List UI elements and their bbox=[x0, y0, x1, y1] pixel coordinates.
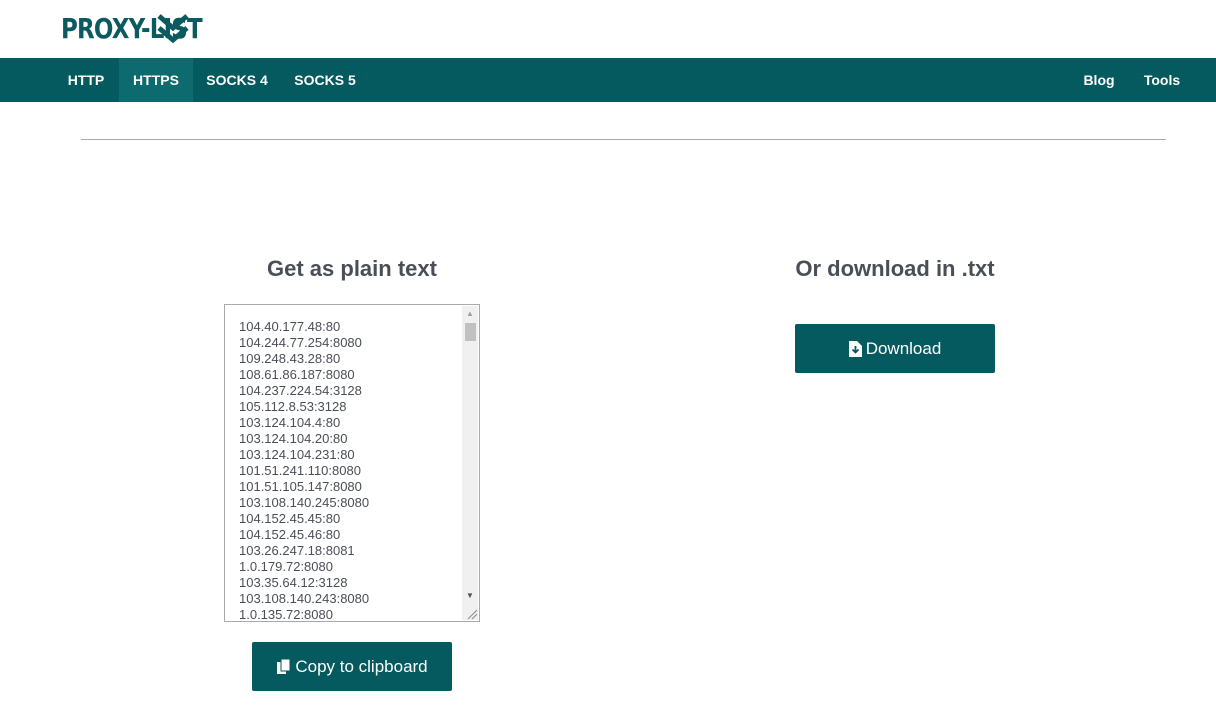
nav-blog[interactable]: Blog bbox=[1068, 58, 1130, 102]
nav-socks4[interactable]: SOCKS 4 bbox=[193, 58, 281, 102]
scroll-up-arrow-icon[interactable]: ▲ bbox=[462, 306, 478, 322]
scroll-thumb[interactable] bbox=[465, 323, 476, 341]
proxy-list-content[interactable]: 104.40.177.48:80 104.244.77.254:8080 109.2… bbox=[239, 319, 464, 619]
textarea-scrollbar[interactable]: ▲ ▼ bbox=[462, 306, 478, 620]
double-chevron-down-icon bbox=[157, 14, 189, 44]
proxy-line: 103.124.104.20:80 bbox=[239, 431, 348, 446]
navbar: HTTP HTTPS SOCKS 4 SOCKS 5 Blog Tools bbox=[0, 58, 1216, 102]
file-download-icon bbox=[848, 340, 862, 357]
nav-socks5[interactable]: SOCKS 5 bbox=[281, 58, 369, 102]
proxy-line: 103.124.104.231:80 bbox=[239, 447, 355, 462]
proxy-line: 104.244.77.254:8080 bbox=[239, 335, 362, 350]
proxy-textarea[interactable]: 104.40.177.48:80 104.244.77.254:8080 109.2… bbox=[224, 304, 480, 622]
proxy-line: 1.0.179.72:8080 bbox=[239, 559, 333, 574]
nav-tools[interactable]: Tools bbox=[1130, 58, 1194, 102]
proxy-line: 103.26.247.18:8081 bbox=[239, 543, 355, 558]
scroll-down-arrow-icon[interactable]: ▼ bbox=[462, 589, 478, 603]
nav-https[interactable]: HTTPS bbox=[119, 58, 193, 102]
proxy-line: 103.35.64.12:3128 bbox=[239, 575, 348, 590]
proxy-line: 104.40.177.48:80 bbox=[239, 319, 341, 334]
logo[interactable]: PROXY-LIST bbox=[61, 12, 233, 46]
download-button[interactable]: Download bbox=[795, 324, 995, 373]
proxy-line: 104.152.45.45:80 bbox=[239, 511, 341, 526]
nav-http[interactable]: HTTP bbox=[53, 58, 119, 102]
proxy-line: 105.112.8.53:3128 bbox=[239, 399, 347, 414]
proxy-line: 1.0.135.72:8080 bbox=[239, 607, 333, 619]
resize-grip-icon[interactable] bbox=[464, 606, 478, 620]
download-button-label: Download bbox=[865, 338, 942, 358]
copy-icon bbox=[277, 658, 291, 674]
download-title: Or download in .txt bbox=[795, 256, 995, 281]
copy-to-clipboard-button[interactable]: Copy to clipboard bbox=[252, 642, 452, 691]
plain-text-title: Get as plain text bbox=[267, 256, 437, 281]
proxy-line: 104.237.224.54:3128 bbox=[239, 383, 362, 398]
proxy-line: 101.51.105.147:8080 bbox=[239, 479, 362, 494]
proxy-line: 103.108.140.243:8080 bbox=[239, 591, 370, 606]
header: PROXY-LIST bbox=[0, 0, 1216, 58]
proxy-line: 103.124.104.4:80 bbox=[239, 415, 341, 430]
proxy-line: 104.152.45.46:80 bbox=[239, 527, 341, 542]
proxy-line: 103.108.140.245:8080 bbox=[239, 495, 370, 510]
proxy-line: 109.248.43.28:80 bbox=[239, 351, 341, 366]
proxy-line: 101.51.241.110:8080 bbox=[239, 463, 361, 478]
proxy-line: 108.61.86.187:8080 bbox=[239, 367, 355, 382]
copy-button-label: Copy to clipboard bbox=[295, 656, 428, 676]
divider bbox=[81, 139, 1166, 140]
